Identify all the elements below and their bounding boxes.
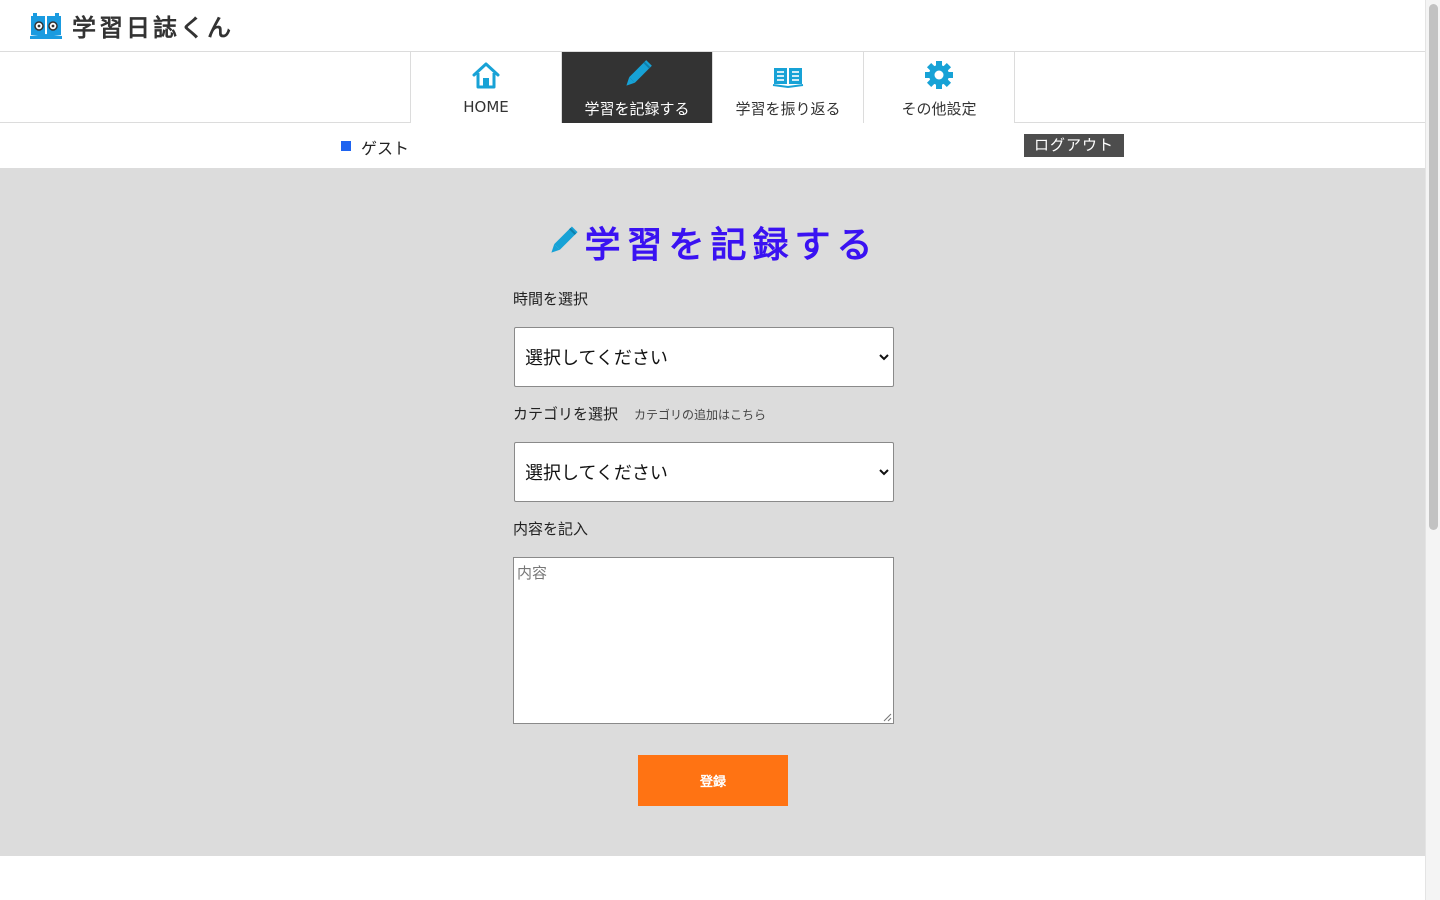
main-content: 学習を記録する 時間を選択 選択してください カテゴリを選択 カテゴリの追加はこ… — [0, 168, 1425, 856]
scrollbar-thumb[interactable] — [1429, 4, 1438, 530]
resize-grip-icon[interactable] — [882, 712, 892, 722]
nav-item-label: 学習を記録する — [584, 100, 690, 118]
time-label: 時間を選択 — [513, 288, 895, 309]
user-bar: ゲスト ログアウト — [0, 123, 1425, 167]
book-glasses-icon — [30, 12, 62, 39]
category-select[interactable]: 選択してください — [514, 442, 894, 502]
time-label-text: 時間を選択 — [513, 290, 589, 308]
category-label: カテゴリを選択 カテゴリの追加はこちら — [513, 403, 895, 424]
content-textarea[interactable]: 内容 — [513, 557, 894, 724]
pencil-icon — [626, 60, 652, 86]
nav-item-review[interactable]: 学習を振り返る — [713, 52, 864, 123]
nav-item-home[interactable]: HOME — [411, 52, 562, 123]
home-icon — [472, 62, 500, 89]
user-name: ゲスト — [361, 139, 410, 158]
content-label: 内容を記入 — [513, 518, 895, 539]
content-placeholder: 内容 — [517, 564, 548, 582]
record-form: 時間を選択 選択してください カテゴリを選択 カテゴリの追加はこちら 選択してく… — [513, 288, 895, 724]
gear-icon — [925, 61, 953, 89]
global-nav: HOME 学習を記録する 学習を振り返る その他設定 — [0, 52, 1425, 123]
open-book-icon — [772, 68, 804, 89]
nav-item-record[interactable]: 学習を記録する — [562, 52, 713, 123]
chevron-down-icon — [879, 354, 889, 361]
nav-item-label: HOME — [463, 98, 509, 116]
add-category-link[interactable]: カテゴリの追加はこちら — [634, 406, 766, 423]
global-nav-list: HOME 学習を記録する 学習を振り返る その他設定 — [410, 52, 1015, 123]
content-label-text: 内容を記入 — [513, 520, 589, 538]
nav-item-label: その他設定 — [901, 100, 977, 118]
user-marker — [341, 141, 351, 151]
logout-button[interactable]: ログアウト — [1024, 134, 1124, 157]
site-title: 学習日誌くん — [72, 14, 234, 42]
chevron-down-icon — [879, 469, 889, 476]
pencil-icon — [551, 226, 579, 253]
page-title-text: 学習を記録する — [584, 225, 879, 266]
category-select-value: 選択してください — [525, 463, 668, 484]
page-scrollbar[interactable] — [1425, 0, 1440, 900]
time-select[interactable]: 選択してください — [514, 327, 894, 387]
site-logo[interactable]: 学習日誌くん — [30, 8, 234, 43]
time-select-value: 選択してください — [525, 348, 668, 369]
category-label-text: カテゴリを選択 — [513, 405, 619, 423]
submit-button[interactable]: 登録 — [638, 755, 788, 806]
page: 学習日誌くん HOME 学習を記録する 学習を振り返る その他設定 ゲスト ログ… — [0, 0, 1425, 900]
nav-item-settings[interactable]: その他設定 — [864, 52, 1015, 123]
page-title: 学習を記録する — [0, 216, 1425, 268]
nav-item-label: 学習を振り返る — [735, 100, 841, 118]
site-header: 学習日誌くん — [0, 0, 1425, 52]
